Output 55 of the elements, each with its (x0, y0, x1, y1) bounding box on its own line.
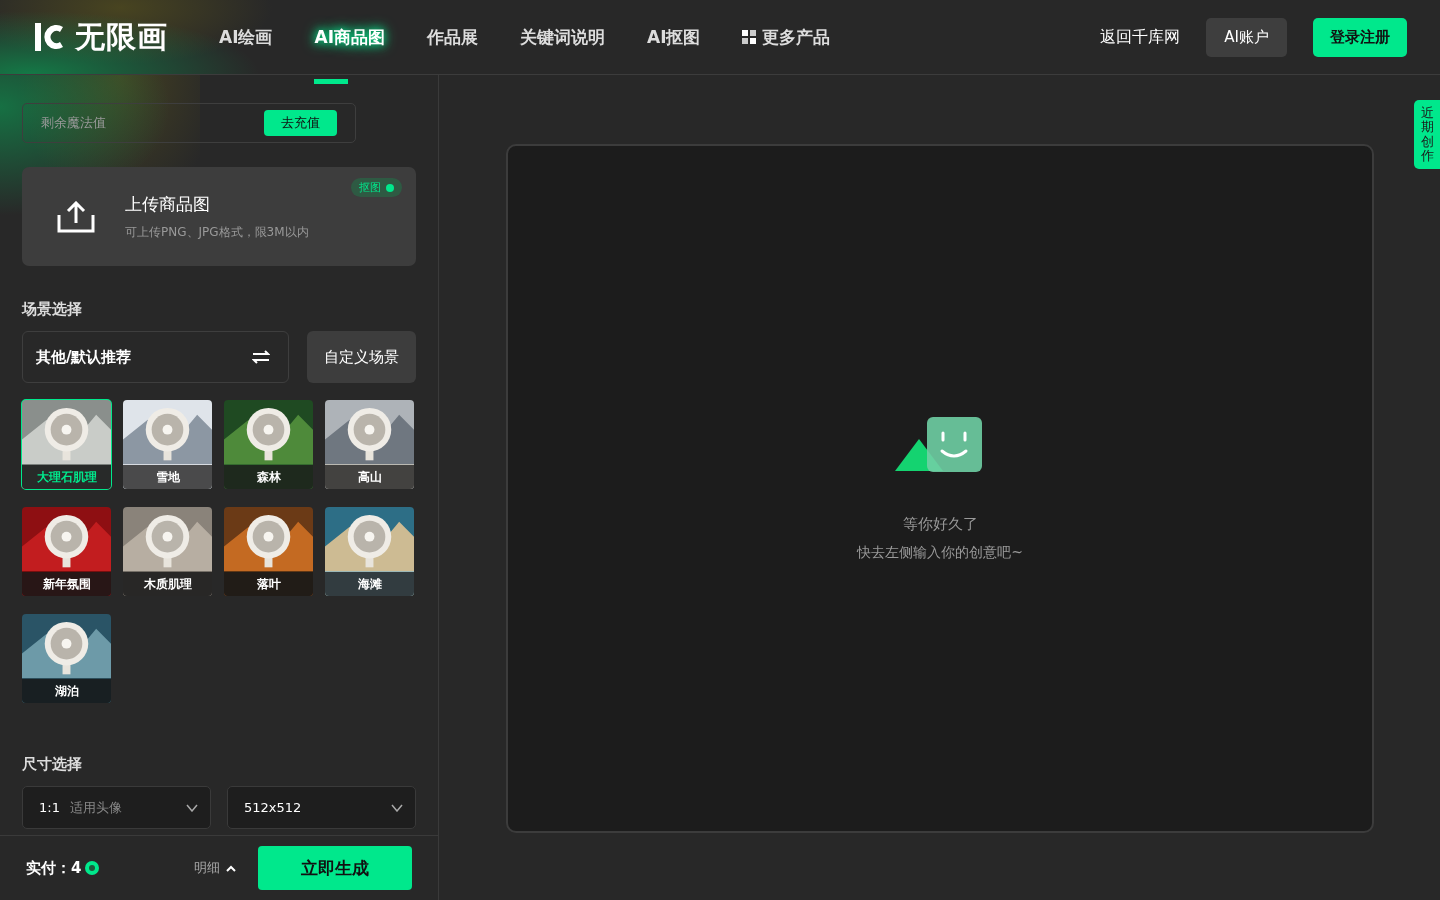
generate-button[interactable]: 立即生成 (258, 846, 412, 890)
tile-label: 落叶 (224, 572, 313, 596)
scene-tile[interactable]: 森林 (224, 400, 313, 489)
section-heading: 场景选择 (22, 300, 83, 319)
tile-label: 雪地 (123, 465, 212, 489)
logo-text: 无限画 (75, 17, 168, 56)
upload-icon (57, 200, 95, 233)
nav-tab[interactable]: AI抠图 (625, 25, 722, 49)
tile-label: 新年氛围 (22, 572, 111, 596)
tile-label: 大理石肌理 (22, 465, 111, 489)
scene-tile[interactable]: 大理石肌理 (22, 400, 111, 489)
upload-hint: 可上传PNG、JPG格式，限3M以内 (125, 223, 309, 241)
cutout-toggle[interactable]: 抠图 (351, 178, 402, 197)
ratio-hint: 适用头像 (69, 798, 122, 817)
nav-tab[interactable]: 更多产品 (721, 25, 852, 49)
scene-tile[interactable]: 海滩 (325, 507, 414, 596)
smiley-icon (895, 415, 985, 475)
swap-icon (252, 350, 270, 364)
tile-label: 木质肌理 (123, 572, 212, 596)
ratio-dropdown[interactable]: 1:1 适用头像 (22, 786, 211, 829)
tile-label: 高山 (325, 465, 414, 489)
empty-title: 等你好久了 (902, 515, 978, 534)
chevron-down-icon (391, 803, 403, 812)
scene-tile[interactable]: 落叶 (224, 507, 313, 596)
tile-label: 湖泊 (22, 679, 111, 703)
back-link[interactable]: 返回千库网 (1100, 26, 1181, 48)
nav-tab[interactable]: 关键词说明 (498, 25, 626, 49)
chevron-down-icon (186, 803, 198, 812)
detail-link[interactable]: 明细 (194, 859, 236, 877)
scene-select[interactable]: 其他/默认推荐 (22, 331, 289, 383)
tile-label: 海滩 (325, 572, 414, 596)
nav-tab[interactable]: 作品展 (405, 25, 499, 49)
empty-hint: 快去左侧输入你的创意吧~ (857, 544, 1023, 562)
grid-icon (742, 30, 757, 44)
scene-tile[interactable]: 新年氛围 (22, 507, 111, 596)
resolution-dropdown[interactable]: 512x512 (227, 786, 416, 829)
tile-label: 森林 (224, 465, 313, 489)
nav-tab[interactable]: AI商品图 (293, 25, 406, 49)
scene-tile[interactable]: 雪地 (123, 400, 212, 489)
upload-card[interactable]: 上传商品图 可上传PNG、JPG格式，限3M以内 抠图 (22, 167, 416, 266)
account-button[interactable]: AI账户 (1206, 17, 1287, 57)
custom-scene-button[interactable]: 自定义场景 (307, 331, 416, 383)
upload-title: 上传商品图 (125, 192, 211, 216)
scene-tile[interactable]: 湖泊 (22, 614, 111, 703)
section-heading: 尺寸选择 (22, 755, 83, 774)
nav-tab[interactable]: AI绘画 (198, 25, 294, 49)
magic-label: 剩余魔法值 (41, 114, 106, 132)
scene-tile[interactable]: 木质肌理 (123, 507, 212, 596)
recharge-button[interactable]: 去充值 (264, 110, 337, 136)
scene-tile[interactable]: 高山 (325, 400, 414, 489)
login-button[interactable]: 登录注册 (1313, 17, 1407, 57)
coin-icon (85, 861, 100, 875)
price-label: 实付：4 (26, 858, 82, 878)
caret-up-icon (226, 864, 236, 872)
recent-works-tab[interactable]: 近期创作 (1414, 100, 1440, 170)
